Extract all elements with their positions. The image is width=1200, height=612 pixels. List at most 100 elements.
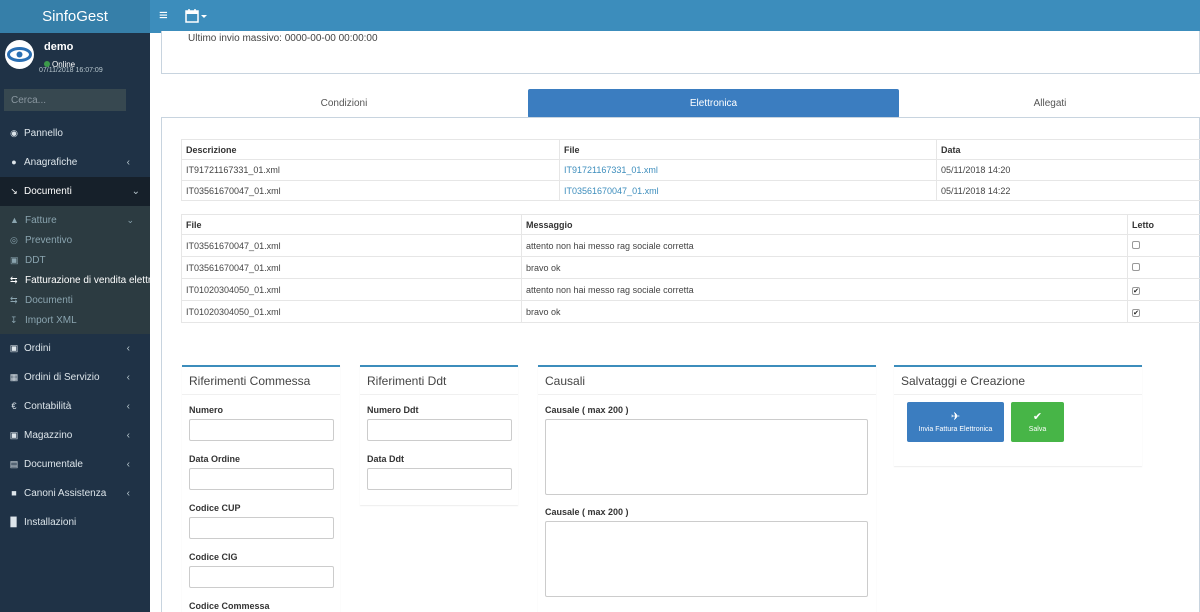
read-checkbox[interactable]: [1132, 262, 1140, 271]
read-checkbox[interactable]: [1132, 240, 1140, 249]
sidebar-item-installazioni[interactable]: ▉ Installazioni: [0, 508, 150, 537]
calendar-dropdown-icon[interactable]: [184, 6, 210, 26]
codice-cig-input[interactable]: [189, 566, 334, 588]
data-ordine-input[interactable]: [189, 468, 334, 490]
box-title: Causali: [538, 367, 876, 395]
table-row: IT03561670047_01.xml IT03561670047_01.xm…: [181, 180, 1200, 201]
bar-chart-icon: ▉: [10, 517, 18, 527]
salva-button[interactable]: ✔ Salva: [1011, 402, 1064, 442]
sidebar-item-canoni-assistenza[interactable]: ■ Canoni Assistenza ‹: [0, 479, 150, 508]
codice-cup-input[interactable]: [189, 517, 334, 539]
read-checkbox-checked[interactable]: ✔: [1132, 286, 1140, 295]
chevron-left-icon: ‹: [126, 430, 130, 441]
tab-elettronica[interactable]: Elettronica: [528, 89, 899, 118]
file-link[interactable]: IT03561670047_01.xml: [559, 180, 937, 201]
calendar-icon: ▦: [9, 372, 19, 382]
sidebar-subitem-preventivo[interactable]: ◎ Preventivo: [0, 230, 150, 250]
sidebar-subitem-documenti[interactable]: ⇆ Documenti: [0, 290, 150, 310]
salvataggi-box: Salvataggi e Creazione ✈ Invia Fattura E…: [894, 365, 1142, 466]
table-row: IT03561670047_01.xml attento non hai mes…: [181, 234, 1200, 257]
user-name: demo: [44, 41, 74, 53]
area-chart-icon: ▲: [10, 215, 19, 225]
tab-condizioni[interactable]: Condizioni: [161, 89, 527, 118]
sidebar-search-input[interactable]: [4, 89, 126, 111]
field-label: Data Ddt: [367, 454, 405, 464]
table-cell: attento non hai messo rag sociale corret…: [521, 234, 1128, 257]
app-logo[interactable]: SinfoGest: [0, 0, 150, 33]
column-header: Descrizione: [181, 139, 560, 160]
sidebar-item-magazzino[interactable]: ▣ Magazzino ‹: [0, 421, 150, 450]
field-label: Data Ordine: [189, 454, 241, 464]
documenti-submenu: ▲ Fatture ⌄ ◎ Preventivo ▣ DDT ⇆ Fatturazione…: [0, 206, 150, 334]
dashboard-icon: ◉: [10, 128, 18, 138]
table-cell: IT03561670047_01.xml: [181, 180, 560, 201]
table-cell: IT03561670047_01.xml: [181, 234, 522, 257]
last-send-text: Ultimo invio massivo: 0000-00-00 00:00:0…: [188, 33, 378, 44]
chevron-left-icon: ‹: [126, 459, 130, 470]
table-cell: bravo ok: [521, 256, 1128, 279]
causale-textarea[interactable]: [545, 419, 868, 495]
sidebar-item-pannello[interactable]: ◉ Pannello: [0, 119, 150, 148]
table-cell: 05/11/2018 14:20: [936, 159, 1200, 181]
sidebar-subitem-fatture[interactable]: ▲ Fatture ⌄: [0, 210, 150, 230]
sidebar: demo Online 07/11/2018 16:07:09 ◉Pannell…: [0, 33, 150, 612]
sidebar-subitem-import-xml[interactable]: ↧ Import XML: [0, 310, 150, 330]
sidebar-subitem-ddt[interactable]: ▣ DDT: [0, 250, 150, 270]
table-cell: IT01020304050_01.xml: [181, 278, 522, 301]
headset-icon: ■: [11, 488, 17, 498]
chevron-left-icon: ‹: [126, 401, 130, 412]
data-ddt-input[interactable]: [367, 468, 512, 490]
tab-allegati[interactable]: Allegati: [900, 89, 1200, 118]
file-link[interactable]: IT91721167331_01.xml: [559, 159, 937, 181]
read-cell: [1127, 234, 1200, 257]
main-content: Ultimo invio massivo: 0000-00-00 00:00:0…: [150, 31, 1200, 612]
field-label: Numero: [189, 405, 224, 415]
column-header: File: [181, 214, 522, 235]
exchange-icon: ⇆: [10, 295, 18, 305]
sidebar-item-contabilita[interactable]: € Contabilità ‹: [0, 392, 150, 421]
sidebar-item-documentale[interactable]: ▤ Documentale ‹: [0, 450, 150, 479]
numero-input[interactable]: [189, 419, 334, 441]
button-label: Salva: [1028, 426, 1047, 433]
truck-icon: ▣: [10, 255, 19, 265]
chevron-left-icon: ‹: [126, 157, 130, 168]
button-label: Invia Fattura Elettronica: [918, 426, 993, 433]
read-cell: [1127, 256, 1200, 279]
users-icon: ●: [11, 157, 17, 167]
table-cell: bravo ok: [521, 300, 1128, 323]
table-cell: attento non hai messo rag sociale corret…: [521, 278, 1128, 301]
plane-icon: ✈: [950, 411, 961, 423]
user-panel: demo Online 07/11/2018 16:07:09: [0, 33, 150, 83]
field-label: Codice CUP: [189, 503, 241, 513]
field-label: Codice CIG: [189, 552, 238, 562]
table-cell: IT91721167331_01.xml: [181, 159, 560, 181]
causale-textarea[interactable]: [545, 521, 868, 597]
euro-icon: €: [11, 401, 17, 411]
messages-table: File Messaggio Letto IT03561670047_01.xm…: [181, 214, 1200, 323]
sidebar-item-ordini[interactable]: ▣ Ordini ‹: [0, 334, 150, 363]
table-cell: IT01020304050_01.xml: [181, 300, 522, 323]
table-row: IT91721167331_01.xml IT91721167331_01.xm…: [181, 159, 1200, 181]
read-cell: ✔: [1127, 278, 1200, 301]
invia-fattura-button[interactable]: ✈ Invia Fattura Elettronica: [907, 402, 1004, 442]
riferimenti-ddt-box: Riferimenti Ddt Numero Ddt Data Ddt: [360, 365, 518, 505]
circle-icon: ◎: [10, 235, 18, 245]
exchange-icon: ⇆: [10, 275, 18, 285]
table-cell: 05/11/2018 14:22: [936, 180, 1200, 201]
sidebar-item-ordini-di-servizio[interactable]: ▦ Ordini di Servizio ‹: [0, 363, 150, 392]
hamburger-menu-icon[interactable]: ≡: [159, 7, 168, 25]
sidebar-item-documenti[interactable]: ↘ Documenti ⌄: [0, 177, 150, 206]
sidebar-item-anagrafiche[interactable]: ● Anagrafiche ‹: [0, 148, 150, 177]
column-header: Letto: [1127, 214, 1200, 235]
chevron-left-icon: ‹: [126, 343, 130, 354]
table-header-row: File Messaggio Letto: [181, 214, 1200, 235]
cart-icon: ▣: [9, 343, 19, 353]
download-icon: ↧: [10, 315, 18, 325]
read-cell: ✔: [1127, 300, 1200, 323]
top-navbar: ≡: [150, 0, 1200, 33]
table-row: IT03561670047_01.xml bravo ok: [181, 256, 1200, 279]
sidebar-subitem-fatturazione-elettronica[interactable]: ⇆Fatturazione di vendita elettronica: [0, 270, 150, 290]
box-title: Salvataggi e Creazione: [894, 367, 1142, 395]
numero-ddt-input[interactable]: [367, 419, 512, 441]
read-checkbox-checked[interactable]: ✔: [1132, 308, 1140, 317]
